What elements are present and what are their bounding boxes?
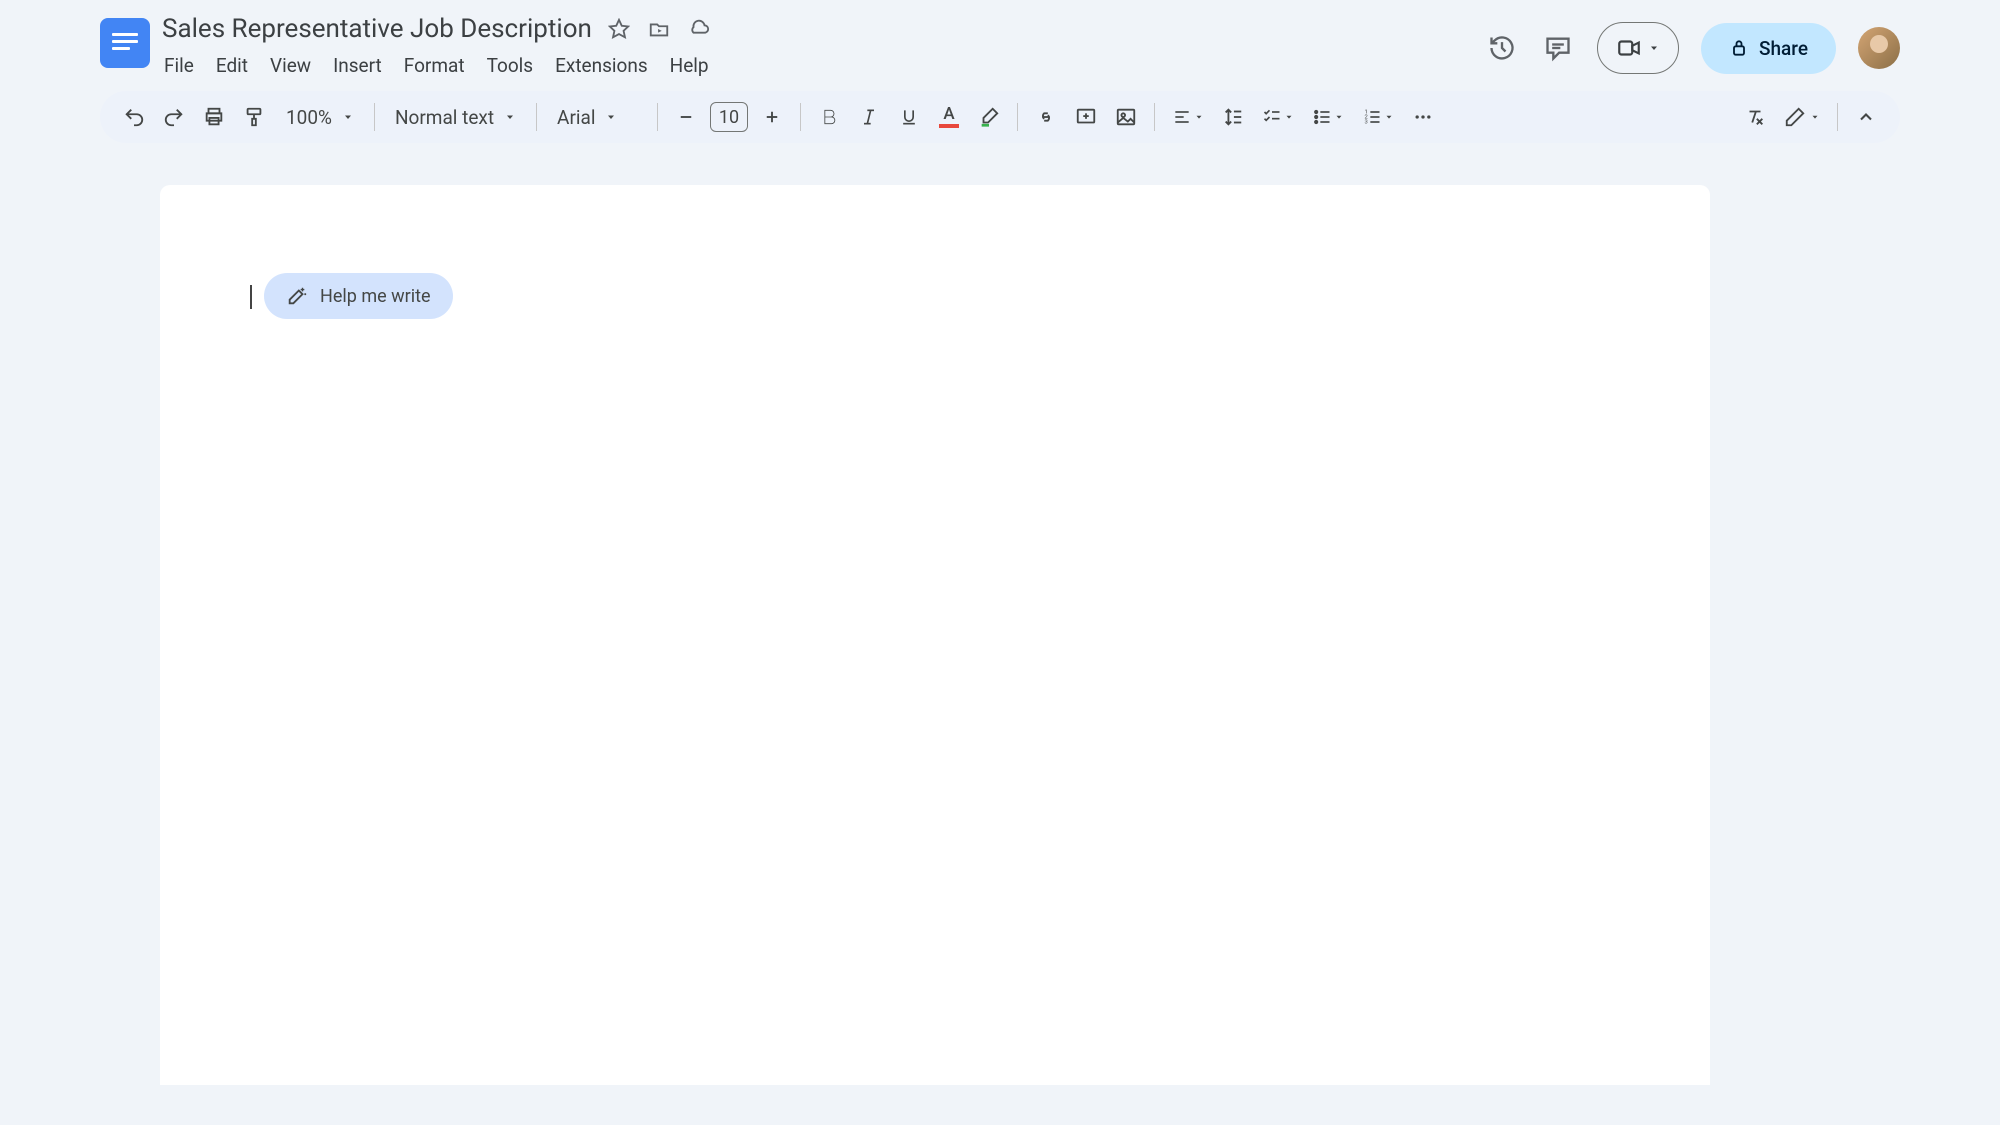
text-color-button[interactable]: A [931,99,967,135]
highlight-button[interactable] [971,99,1007,135]
document-title[interactable]: Sales Representative Job Description [162,14,592,44]
undo-button[interactable] [116,99,152,135]
toolbar-separator [374,103,375,131]
print-button[interactable] [196,99,232,135]
user-avatar[interactable] [1858,27,1900,69]
bold-button[interactable] [811,99,847,135]
checklist-button[interactable] [1255,99,1301,135]
style-value: Normal text [395,106,494,129]
bullet-list-button[interactable] [1305,99,1351,135]
insert-image-button[interactable] [1108,99,1144,135]
comment-icon[interactable] [1541,31,1575,65]
zoom-dropdown[interactable]: 100% [276,100,364,135]
svg-text:3: 3 [1365,120,1368,126]
font-value: Arial [557,106,595,129]
menu-extensions[interactable]: Extensions [545,50,658,81]
document-page[interactable]: Help me write [160,185,1710,1085]
menu-file[interactable]: File [162,50,204,81]
toolbar-separator [536,103,537,131]
toolbar-separator [657,103,658,131]
editing-mode-button[interactable] [1777,99,1827,135]
zoom-value: 100% [286,106,332,129]
style-dropdown[interactable]: Normal text [385,100,526,135]
numbered-list-button[interactable]: 123 [1355,99,1401,135]
toolbar-separator [1154,103,1155,131]
cloud-saved-icon[interactable] [688,18,710,40]
app-header: Sales Representative Job Description Fil… [100,0,1900,87]
menu-help[interactable]: Help [660,50,719,81]
menu-insert[interactable]: Insert [323,50,392,81]
toolbar-separator [1837,103,1838,131]
align-button[interactable] [1165,99,1211,135]
star-icon[interactable] [608,18,630,40]
help-write-label: Help me write [320,286,431,307]
history-icon[interactable] [1485,31,1519,65]
more-options-button[interactable] [1405,99,1441,135]
line-spacing-button[interactable] [1215,99,1251,135]
menu-view[interactable]: View [260,50,321,81]
menu-format[interactable]: Format [394,50,475,81]
link-button[interactable] [1028,99,1064,135]
font-size-input[interactable]: 10 [710,102,748,132]
docs-logo[interactable] [100,18,150,68]
add-comment-button[interactable] [1068,99,1104,135]
font-size-increase[interactable] [754,99,790,135]
clear-formatting-button[interactable] [1737,99,1773,135]
underline-button[interactable] [891,99,927,135]
pen-sparkle-icon [286,285,308,307]
text-cursor [250,285,252,309]
help-me-write-chip[interactable]: Help me write [264,273,453,319]
font-size-decrease[interactable] [668,99,704,135]
menu-bar: File Edit View Insert Format Tools Exten… [162,50,1473,81]
move-folder-icon[interactable] [648,18,670,40]
italic-button[interactable] [851,99,887,135]
collapse-toolbar-button[interactable] [1848,99,1884,135]
redo-button[interactable] [156,99,192,135]
menu-edit[interactable]: Edit [206,50,258,81]
toolbar: 100% Normal text Arial 10 [100,91,1900,143]
text-color-a-icon: A [943,106,954,123]
font-dropdown[interactable]: Arial [547,100,647,135]
toolbar-separator [800,103,801,131]
menu-tools[interactable]: Tools [477,50,544,81]
share-button[interactable]: Share [1701,23,1836,74]
share-label: Share [1759,37,1808,60]
paint-format-button[interactable] [236,99,272,135]
meet-button[interactable] [1597,22,1679,74]
toolbar-separator [1017,103,1018,131]
document-area: Help me write [100,185,1900,1085]
